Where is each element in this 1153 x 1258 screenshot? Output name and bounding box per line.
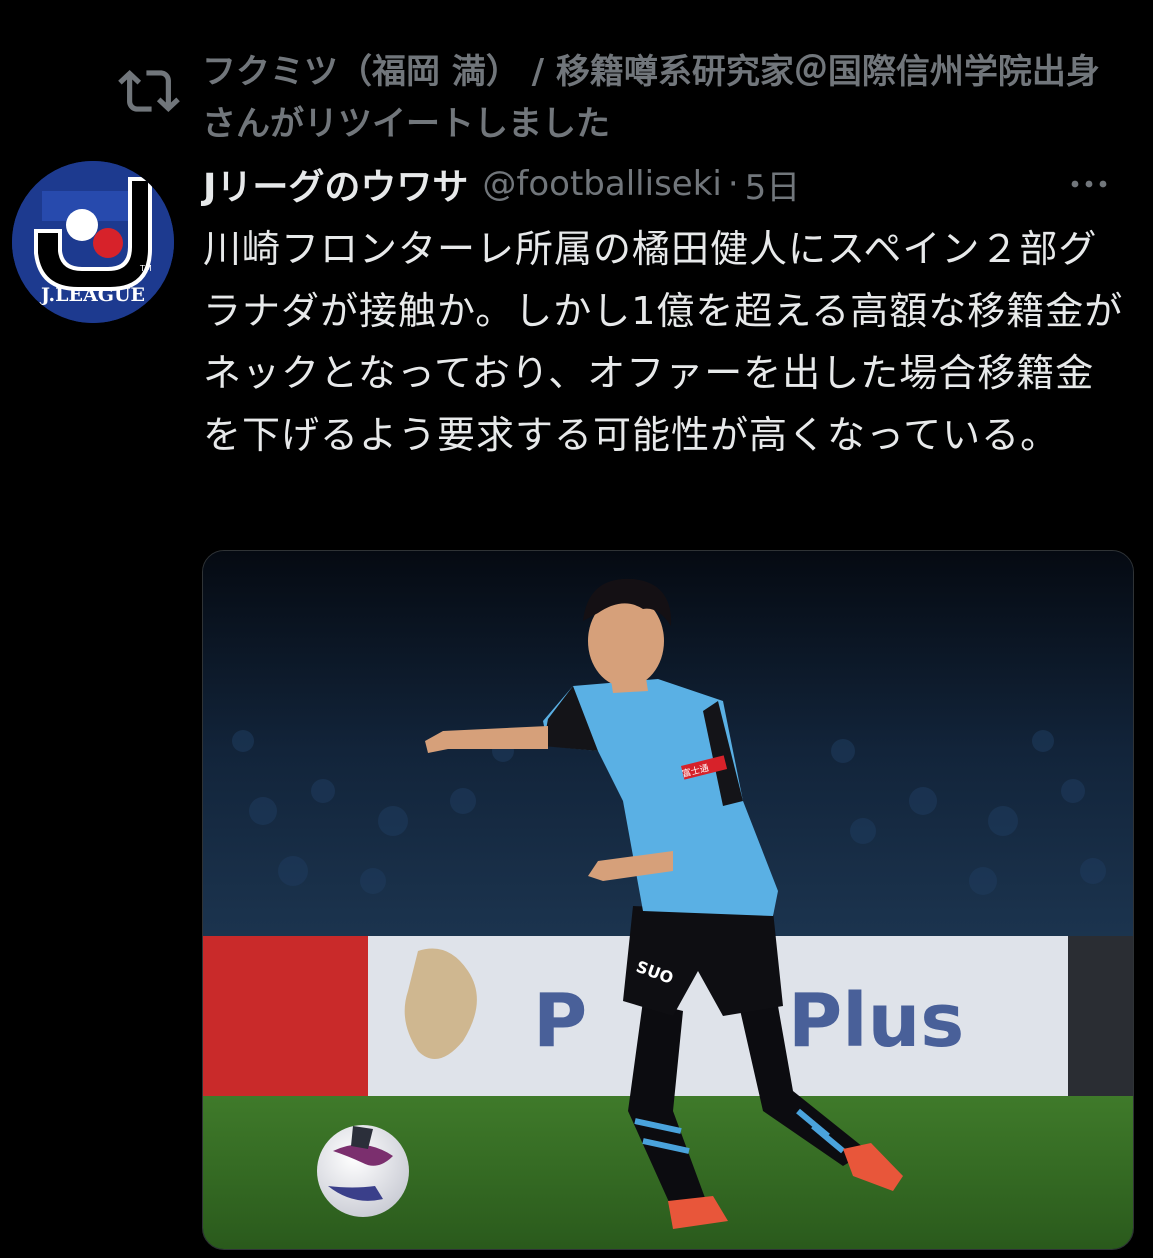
avatar-tm: TM: [139, 264, 152, 273]
player-photo: P Plus SUO 富士通: [203, 551, 1133, 1249]
retweet-context: フクミツ（福岡 満） / 移籍噂系研究家＠国際信州学院出身さんがリツイートしまし…: [118, 46, 1128, 150]
separator-dot: ·: [727, 164, 739, 204]
avatar[interactable]: TM J.LEAGUE: [12, 161, 174, 323]
tweet-header: Jリーグのウワサ @footballiseki · 5日: [203, 158, 1133, 210]
svg-text:P: P: [533, 978, 587, 1064]
tweet-text: 川崎フロンターレ所属の橘田健人にスペイン２部グラナダが接触か。しかし1億を超える…: [203, 227, 1124, 457]
soccer-ball: [317, 1125, 409, 1217]
jleague-logo: TM J.LEAGUE: [12, 161, 174, 323]
more-icon[interactable]: [1067, 168, 1111, 198]
board-text: Plus: [788, 978, 964, 1064]
avatar-logo-text: J.LEAGUE: [39, 284, 145, 306]
tweet-photo[interactable]: P Plus SUO 富士通: [202, 550, 1134, 1250]
user-handle[interactable]: @footballiseki: [482, 164, 721, 204]
retweet-context-text[interactable]: フクミツ（福岡 満） / 移籍噂系研究家＠国際信州学院出身さんがリツイートしまし…: [202, 46, 1128, 150]
display-name[interactable]: Jリーグのウワサ: [203, 158, 468, 210]
retweet-icon: [118, 70, 180, 112]
timestamp[interactable]: 5日: [745, 160, 801, 209]
